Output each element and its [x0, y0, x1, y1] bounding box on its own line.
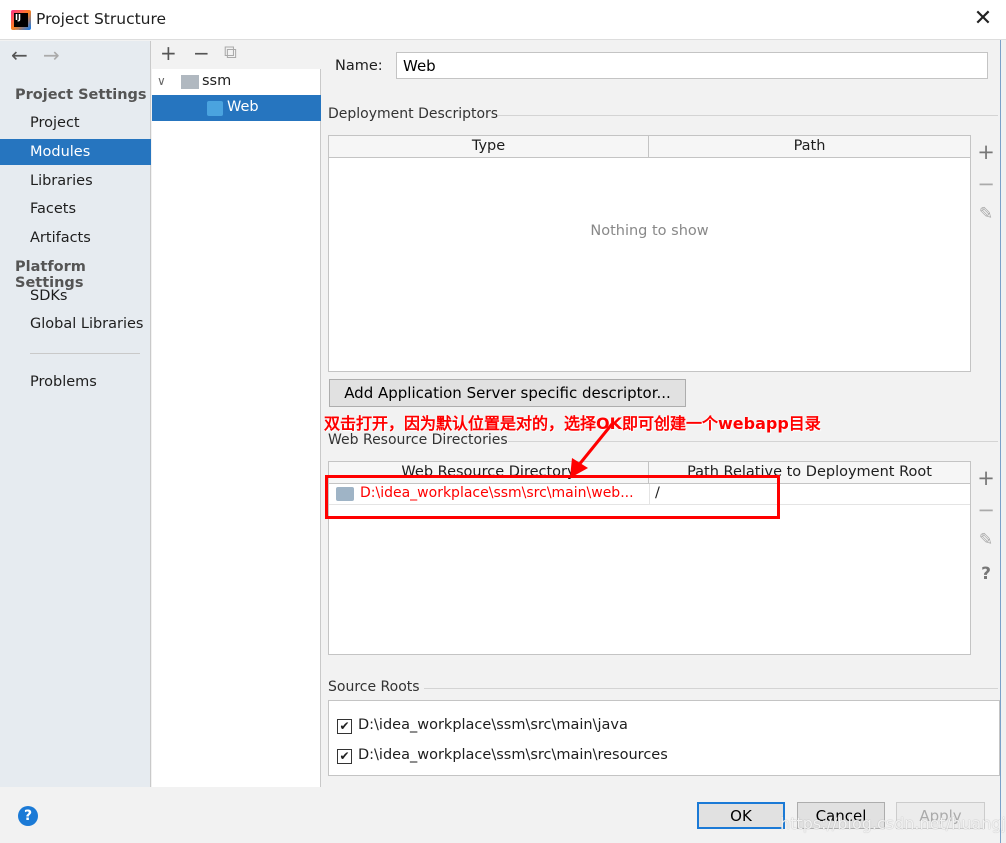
empty-text: Nothing to show: [590, 223, 709, 239]
sidebar-item-project[interactable]: Project: [30, 110, 151, 136]
sidebar-item-artifacts[interactable]: Artifacts: [30, 225, 151, 251]
web-resource-directories-title: Web Resource Directories: [328, 432, 508, 448]
copy-icon[interactable]: ⧉: [224, 42, 237, 63]
add-directory-icon[interactable]: +: [976, 466, 996, 490]
name-input[interactable]: [396, 52, 988, 79]
window-title: Project Structure: [36, 10, 167, 28]
tree-toolbar: + − ⧉: [152, 41, 321, 69]
name-label: Name:: [335, 58, 383, 74]
remove-icon[interactable]: −: [193, 41, 210, 65]
title-bar: IJ _ Project Structure ✕: [0, 0, 1006, 40]
sidebar-item-global-libraries[interactable]: Global Libraries: [30, 311, 151, 337]
module-tree: ∨ ssm Web: [152, 41, 321, 787]
add-descriptor-button[interactable]: Add Application Server specific descript…: [329, 379, 686, 407]
sidebar-item-sdks[interactable]: SDKs: [30, 283, 151, 309]
source-root-checkbox[interactable]: ✔: [337, 749, 352, 764]
tree-node-web: Web: [227, 99, 259, 115]
tree-node-web-row[interactable]: Web: [152, 95, 321, 121]
sidebar-item-facets[interactable]: Facets: [30, 196, 151, 222]
sidebar-item-problems[interactable]: Problems: [30, 369, 151, 395]
back-arrow-icon[interactable]: ←: [11, 43, 28, 67]
edit-descriptor-icon[interactable]: ✎: [976, 204, 996, 224]
watermark: https://blog.csdn.net/huangjhai: [780, 814, 1006, 833]
divider: [30, 353, 140, 354]
source-root-path: D:\idea_workplace\ssm\src\main\java: [358, 717, 628, 733]
column-header-path[interactable]: Path: [649, 136, 970, 158]
source-root-path: D:\idea_workplace\ssm\src\main\resources: [358, 747, 668, 763]
intellij-logo-icon: IJ _: [11, 10, 31, 31]
remove-descriptor-icon[interactable]: −: [976, 172, 996, 196]
annotation-arrow-icon: [570, 423, 614, 478]
sidebar-item-libraries[interactable]: Libraries: [30, 168, 151, 194]
add-icon[interactable]: +: [160, 41, 177, 65]
close-icon[interactable]: ✕: [968, 6, 998, 34]
help-directory-icon[interactable]: ?: [976, 564, 996, 584]
module-folder-icon: [181, 75, 199, 89]
annotation-highlight-box: [325, 475, 780, 519]
source-roots-list: [328, 700, 1000, 776]
remove-directory-icon[interactable]: −: [976, 498, 996, 522]
chevron-down-icon[interactable]: ∨: [157, 74, 166, 88]
sidebar-item-modules[interactable]: Modules: [0, 139, 151, 165]
edit-directory-icon[interactable]: ✎: [976, 530, 996, 550]
source-roots-title: Source Roots: [328, 679, 420, 695]
web-facet-icon: [207, 101, 223, 116]
help-icon[interactable]: ?: [18, 806, 38, 826]
tree-node-ssm[interactable]: ssm: [202, 73, 231, 89]
sidebar: ← → Project Settings Project Modules Lib…: [0, 41, 151, 787]
deployment-descriptors-title: Deployment Descriptors: [328, 106, 499, 122]
window-border: [1000, 40, 1006, 843]
source-root-checkbox[interactable]: ✔: [337, 719, 352, 734]
ok-button[interactable]: OK: [697, 802, 785, 829]
column-header-type[interactable]: Type: [329, 136, 649, 158]
forward-arrow-icon[interactable]: →: [43, 43, 60, 67]
add-descriptor-icon[interactable]: +: [976, 140, 996, 164]
section-divider: [424, 688, 998, 689]
section-divider: [498, 115, 998, 116]
project-settings-header: Project Settings: [15, 87, 147, 103]
deployment-descriptors-table[interactable]: Type Path Nothing to show: [328, 135, 971, 372]
